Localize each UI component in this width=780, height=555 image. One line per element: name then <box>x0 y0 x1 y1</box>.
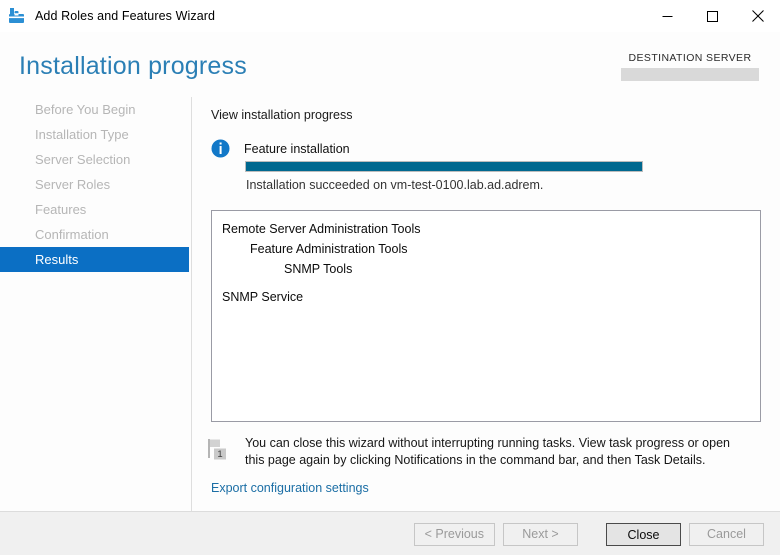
page-header: Installation progress DESTINATION SERVER <box>0 32 780 97</box>
status-message: Installation succeeded on vm-test-0100.l… <box>246 178 544 192</box>
maximize-button[interactable] <box>690 0 735 32</box>
list-item: Feature Administration Tools <box>250 242 408 256</box>
close-button[interactable] <box>735 0 780 32</box>
wizard-footer: < Previous Next > Close Cancel <box>0 511 780 555</box>
sidebar-item-label: Confirmation <box>35 227 109 242</box>
previous-button[interactable]: < Previous <box>413 523 495 546</box>
sidebar-item-label: Results <box>35 252 79 267</box>
list-item: SNMP Tools <box>284 262 353 276</box>
title-bar: Add Roles and Features Wizard <box>0 0 780 32</box>
add-roles-features-wizard-window: Add Roles and Features Wizard Installati… <box>0 0 780 555</box>
sidebar-item-label: Installation Type <box>35 127 129 142</box>
next-button[interactable]: Next > <box>503 523 578 546</box>
sidebar-item-label: Features <box>35 202 87 217</box>
sidebar-item-before-you-begin[interactable]: Before You Begin <box>0 97 191 122</box>
sidebar-item-server-roles[interactable]: Server Roles <box>0 172 191 197</box>
installed-features-list: Remote Server Administration Tools Featu… <box>212 211 760 307</box>
close-wizard-button[interactable]: Close <box>606 523 681 546</box>
window-title: Add Roles and Features Wizard <box>35 9 216 23</box>
notification-flag-icon: 1 <box>205 436 233 464</box>
export-configuration-settings-link[interactable]: Export configuration settings <box>211 481 369 495</box>
page-title: Installation progress <box>19 52 247 80</box>
destination-server-value-redacted <box>621 68 759 81</box>
toolbox-icon <box>8 7 26 25</box>
sidebar-item-results[interactable]: Results <box>0 247 189 272</box>
sidebar-item-confirmation[interactable]: Confirmation <box>0 222 191 247</box>
cancel-button[interactable]: Cancel <box>689 523 764 546</box>
notification-notice-text: You can close this wizard without interr… <box>245 436 730 467</box>
minimize-button[interactable] <box>645 0 690 32</box>
sidebar-item-installation-type[interactable]: Installation Type <box>0 122 191 147</box>
svg-text:1: 1 <box>217 449 222 460</box>
sidebar-item-label: Server Roles <box>35 177 111 192</box>
wizard-step-nav: Before You Begin Installation Type Serve… <box>0 97 192 511</box>
footer-button-group: < Previous Next > Close Cancel <box>413 523 764 546</box>
list-item: Remote Server Administration Tools <box>222 222 421 236</box>
section-label: View installation progress <box>211 108 353 122</box>
progress-bar-fill <box>246 162 642 171</box>
installation-status-row: Feature installation <box>211 139 350 158</box>
installation-progress-bar <box>245 161 643 172</box>
window-controls <box>645 0 780 32</box>
info-icon <box>211 139 230 158</box>
destination-server-label: DESTINATION SERVER <box>628 52 752 64</box>
sidebar-item-label: Before You Begin <box>35 102 136 117</box>
sidebar-item-server-selection[interactable]: Server Selection <box>0 147 191 172</box>
sidebar-item-features[interactable]: Features <box>0 197 191 222</box>
notification-notice: 1 You can close this wizard without inte… <box>205 435 765 469</box>
destination-server: DESTINATION SERVER <box>621 52 759 81</box>
status-heading: Feature installation <box>244 141 350 156</box>
main-content: View installation progress Feature insta… <box>193 97 780 511</box>
list-item: SNMP Service <box>222 290 304 304</box>
sidebar-item-label: Server Selection <box>35 152 131 167</box>
installed-features-listbox[interactable]: Remote Server Administration Tools Featu… <box>211 210 761 422</box>
